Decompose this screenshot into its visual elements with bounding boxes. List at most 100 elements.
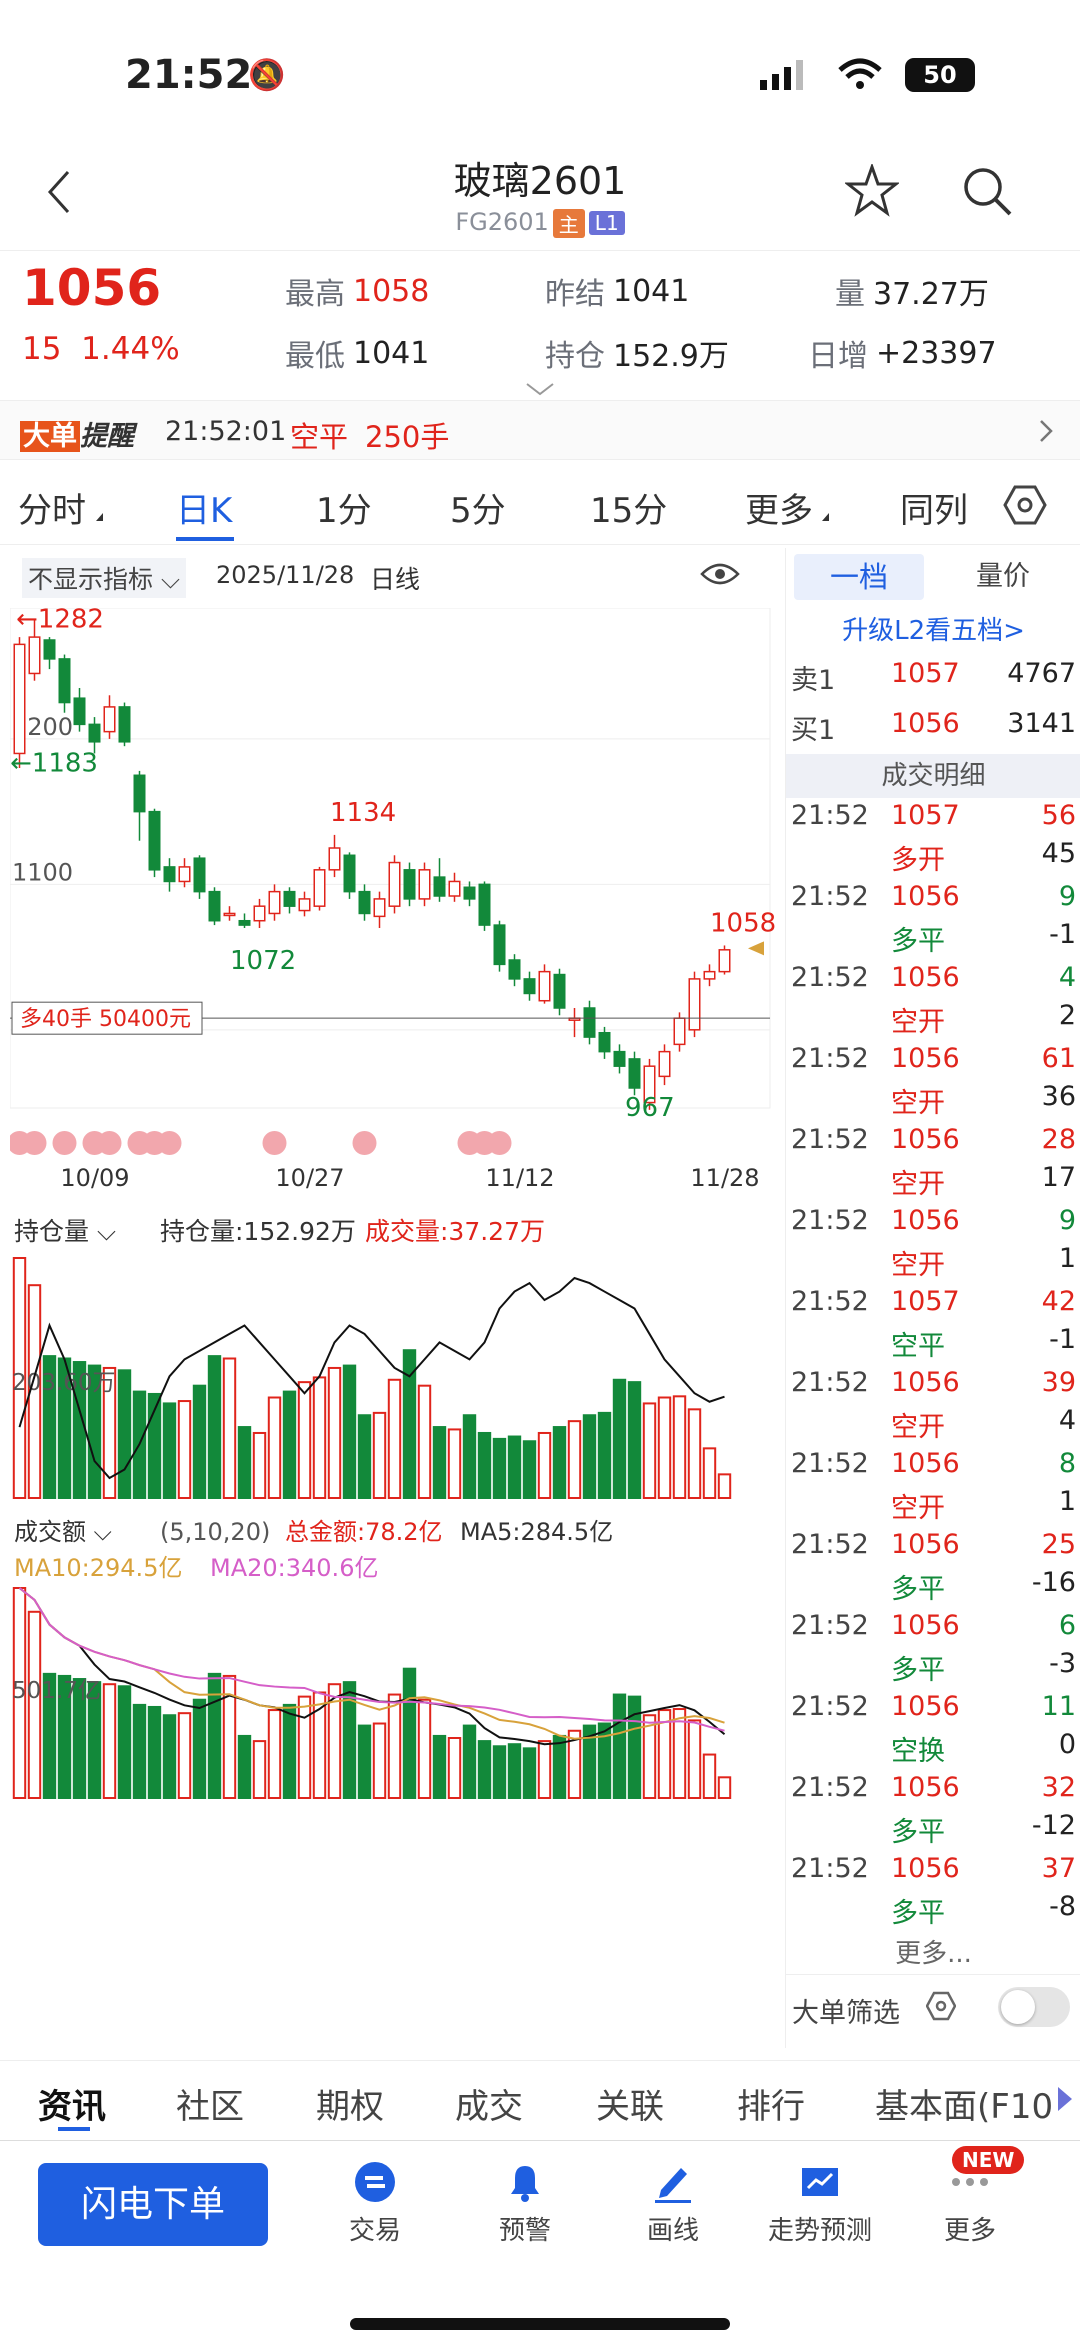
alert-tag-1: 大单: [20, 421, 80, 452]
tab-same-list[interactable]: 同列: [900, 483, 968, 532]
flash-order-button[interactable]: 闪电下单: [38, 2163, 268, 2246]
trend-book-icon: [802, 2168, 838, 2196]
trade-type: 多平: [891, 926, 945, 957]
tab-news[interactable]: 资讯: [38, 2079, 106, 2128]
amount-bar: [432, 1734, 447, 1799]
volume-bar: [372, 1411, 387, 1499]
eye-icon[interactable]: [700, 560, 740, 592]
oi-select: 持仓量 ⌵: [14, 1217, 116, 1246]
amount-bar: [552, 1734, 567, 1799]
tab-15min[interactable]: 15分: [590, 483, 667, 532]
candle-body: [673, 1017, 686, 1046]
vol-value: 37.27万: [873, 277, 989, 312]
volume-bar: [672, 1395, 687, 1500]
volume-bar: [297, 1381, 312, 1500]
alert-time: 21:52:01: [165, 416, 287, 447]
volume-bar: [717, 1473, 732, 1499]
trade-time: 21:52: [791, 1205, 869, 1236]
low-value: 1041: [353, 335, 430, 371]
volume-bar: [192, 1384, 207, 1500]
candle-body: [538, 970, 551, 1002]
trade-time: 21:52: [791, 1124, 869, 1155]
ma5-label: MA5:284.5亿: [460, 1518, 613, 1546]
trade-type: 多平: [891, 1655, 945, 1686]
candle-body: [478, 883, 491, 926]
amount-bar: [627, 1695, 642, 1800]
tab-1min[interactable]: 1分: [316, 483, 372, 532]
more-trades-link[interactable]: 更多...: [786, 1933, 1080, 1970]
trade-time: 21:52: [791, 1367, 869, 1398]
tab-trades[interactable]: 成交: [455, 2079, 523, 2128]
ai-badge-icon: [352, 1131, 377, 1155]
candle-body: [343, 854, 356, 893]
upgrade-l2-link[interactable]: 升级L2看五档>: [786, 610, 1080, 647]
amount-bar: [102, 1683, 117, 1800]
trade-price: 1056: [891, 1205, 960, 1236]
trade-price: 1056: [891, 1529, 960, 1560]
big-order-alert[interactable]: 大单 提醒 21:52:01 空平 250手: [0, 400, 1080, 460]
tab-ranking[interactable]: 排行: [737, 2079, 805, 2128]
daily-label: 日增: [808, 339, 868, 374]
battery-level: 50: [923, 61, 957, 89]
trade-delta: -1: [1049, 1324, 1076, 1355]
tab-volume-price[interactable]: 量价: [976, 554, 1030, 600]
tab-level1[interactable]: 一档: [794, 554, 924, 600]
home-indicator: [350, 2318, 730, 2330]
amount-bar: [357, 1724, 372, 1799]
candle-body: [283, 890, 296, 907]
filter-toggle[interactable]: [998, 1987, 1070, 2027]
expand-chevron-icon[interactable]: [525, 381, 555, 400]
trade-time: 21:52: [791, 1772, 869, 1803]
alert-button[interactable]: 预警: [450, 2160, 600, 2247]
page-title: 玻璃2601: [453, 159, 627, 203]
trade-qty: 11: [1041, 1691, 1076, 1722]
status-bar: 21:52 🔕 50: [0, 0, 1080, 150]
ai-badge-icon: [157, 1131, 182, 1155]
peak-annotation: 1134: [330, 798, 396, 828]
trade-time: 21:52: [791, 1610, 869, 1641]
tab-related[interactable]: 关联: [596, 2079, 664, 2128]
high-value: 1058: [353, 273, 430, 309]
candle-body: [373, 898, 386, 918]
trade-qty: 4: [1058, 962, 1076, 993]
amount-bar: [522, 1747, 537, 1800]
predict-label: 走势预测: [767, 2216, 872, 2246]
last-high-annotation: 1058: [710, 908, 776, 938]
wifi-icon: [838, 58, 882, 94]
indicator-select[interactable]: 不显示指标 ⌵: [22, 558, 186, 598]
candle-body: [133, 774, 146, 813]
trade-delta: -1: [1049, 919, 1076, 950]
settings-hex-icon[interactable]: [1003, 483, 1047, 531]
ma20-label: MA20:340.6亿: [210, 1554, 378, 1582]
filter-settings-icon[interactable]: [925, 1991, 957, 2025]
tab-options[interactable]: 期权: [316, 2079, 384, 2128]
trade-button[interactable]: 交易: [300, 2160, 450, 2247]
volume-bar: [702, 1447, 717, 1500]
tab-intraday[interactable]: 分时: [18, 483, 86, 532]
tab-more[interactable]: 更多: [745, 483, 813, 532]
tab-community[interactable]: 社区: [176, 2079, 244, 2128]
candle-body: [253, 905, 266, 922]
draw-button[interactable]: 画线: [598, 2160, 748, 2247]
scroll-right-icon[interactable]: [1058, 2087, 1072, 2111]
ai-badge-icon: [262, 1131, 287, 1155]
tab-5min[interactable]: 5分: [450, 483, 506, 532]
kline-svg[interactable]: 120011001000←1282←1183113410729671058多40…: [10, 608, 780, 2048]
candle-body: [493, 924, 506, 966]
volume-bar: [462, 1414, 477, 1500]
trend-predict-button[interactable]: 走势预测: [745, 2160, 895, 2247]
amount-bar: [117, 1685, 132, 1800]
tab-fundamentals[interactable]: 基本面(F10: [875, 2079, 1060, 2128]
vol-label: 量: [835, 277, 865, 312]
big-order-filter: 大单筛选: [786, 1974, 1080, 2034]
daily-field: 日增 +23397: [808, 331, 997, 375]
volume-bar: [597, 1411, 612, 1499]
amount-bar: [702, 1753, 717, 1800]
prev-field: 昨结 1041: [545, 269, 689, 313]
candle-body: [103, 706, 116, 733]
tab-daily-k[interactable]: 日K: [176, 483, 232, 532]
candle-body: [208, 890, 221, 922]
candle-body: [58, 658, 71, 704]
candle-body: [553, 973, 566, 1009]
candle-body: [703, 970, 716, 980]
